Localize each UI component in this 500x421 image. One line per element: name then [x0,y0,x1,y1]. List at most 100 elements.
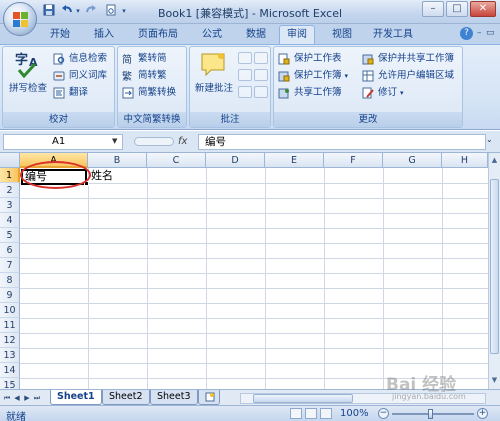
restore-button[interactable]: □ [446,1,468,17]
close-button[interactable]: ✕ [470,1,496,17]
worksheet-grid[interactable]: A B C D E F G H 1 2 3 4 5 6 7 8 9 10 11 … [0,153,488,389]
row-header-1[interactable]: 1 [0,168,20,183]
insert-sheet-icon[interactable] [198,390,220,405]
tab-insert[interactable]: 插入 [86,25,122,44]
new-comment-button[interactable]: 新建批注 [192,50,236,94]
column-header-d[interactable]: D [206,153,265,168]
tab-review[interactable]: 审阅 [279,25,315,44]
gridline [383,168,384,389]
translate-button[interactable]: 翻译 [53,85,88,101]
row-header-13[interactable]: 13 [0,348,20,363]
redo-icon[interactable] [84,4,98,18]
comments-group-label: 批注 [190,112,270,127]
row-header-5[interactable]: 5 [0,228,20,243]
track-changes-button[interactable]: 修订 ▾ [362,85,404,101]
column-header-e[interactable]: E [265,153,324,168]
vertical-scrollbar[interactable]: ▲ ▼ [488,153,500,389]
column-header-g[interactable]: G [383,153,442,168]
print-preview-icon[interactable] [104,4,118,18]
save-icon[interactable] [42,4,56,18]
zoom-out-icon[interactable]: − [378,408,389,419]
select-all-button[interactable] [0,153,20,168]
zoom-slider-thumb[interactable] [428,409,433,419]
column-header-f[interactable]: F [324,153,383,168]
thesaurus-button[interactable]: 同义词库 [53,68,107,84]
share-workbook-button[interactable]: 共享工作簿 [278,85,342,101]
sheet-tab-2[interactable]: Sheet2 [102,390,150,405]
row-header-2[interactable]: 2 [0,183,20,198]
chinese-convert-icon [122,87,134,99]
chinese-convert-button[interactable]: 简繁转换 [122,85,176,101]
allow-edit-ranges-button[interactable]: 允许用户编辑区域 [362,68,454,84]
next-sheet-icon[interactable]: ▶ [23,393,31,403]
sheet-tab-3[interactable]: Sheet3 [150,390,198,405]
zoom-slider[interactable] [392,413,474,415]
show-ink-icon[interactable] [238,86,252,98]
protect-sheet-button[interactable]: 保护工作表 [278,51,342,67]
to-simplified-button[interactable]: 简 繁转简 [122,51,167,67]
delete-comment-icon[interactable] [238,52,252,64]
zoom-in-icon[interactable]: + [477,408,488,419]
zoom-level[interactable]: 100% [340,408,369,419]
formula-input[interactable]: 编号 [198,134,486,150]
protect-share-workbook-button[interactable]: 保护并共享工作簿 [362,51,454,67]
undo-icon[interactable] [60,4,74,18]
help-icon[interactable]: ? [460,27,473,40]
baidu-watermark-url: jingyan.baidu.com [392,392,466,401]
horizontal-scroll-thumb[interactable] [253,394,353,403]
ribbon-restore-icon[interactable]: ▭ [486,28,496,38]
row-header-14[interactable]: 14 [0,363,20,378]
customize-toolbar-icon[interactable]: ▾ [120,4,128,18]
row-header-6[interactable]: 6 [0,243,20,258]
minimize-button[interactable]: – [422,1,444,17]
to-simplified-label: 繁转简 [138,53,167,64]
previous-comment-icon[interactable] [238,69,252,81]
last-sheet-icon[interactable]: ⏭ [33,393,41,403]
first-sheet-icon[interactable]: ⏮ [3,393,11,403]
row-header-11[interactable]: 11 [0,318,20,333]
vertical-scroll-thumb[interactable] [490,179,499,354]
undo-dropdown-icon[interactable]: ▾ [74,4,82,18]
page-layout-view-icon[interactable] [305,408,317,419]
tab-home[interactable]: 开始 [42,25,78,44]
tab-formulas[interactable]: 公式 [194,25,230,44]
row-header-10[interactable]: 10 [0,303,20,318]
show-comment-icon[interactable] [254,69,268,81]
row-header-8[interactable]: 8 [0,273,20,288]
tab-page-layout[interactable]: 页面布局 [130,25,186,44]
cell-b1[interactable]: 姓名 [89,168,147,183]
expand-formula-bar-icon[interactable]: ⌄ [486,135,498,149]
formula-bar-splitter[interactable] [134,137,174,146]
scroll-down-icon[interactable]: ▼ [489,375,500,386]
name-box-dropdown-icon[interactable]: ▼ [112,137,117,145]
row-header-7[interactable]: 7 [0,258,20,273]
insert-function-icon[interactable]: fx [178,134,196,150]
thesaurus-icon [53,70,65,82]
gridline [20,183,488,184]
row-header-12[interactable]: 12 [0,333,20,348]
research-button[interactable]: 信息检索 [53,51,107,67]
protect-workbook-button[interactable]: 保护工作簿 ▾ [278,68,348,84]
sheet-tab-1[interactable]: Sheet1 [50,390,102,405]
row-header-9[interactable]: 9 [0,288,20,303]
normal-view-icon[interactable] [290,408,302,419]
prev-sheet-icon[interactable]: ◀ [13,393,21,403]
show-all-comments-icon[interactable] [254,86,268,98]
column-header-b[interactable]: B [88,153,147,168]
row-header-4[interactable]: 4 [0,213,20,228]
row-header-3[interactable]: 3 [0,198,20,213]
row-header-15[interactable]: 15 [0,378,20,389]
tab-view[interactable]: 视图 [324,25,360,44]
column-header-h[interactable]: H [442,153,488,168]
tab-developer[interactable]: 开发工具 [365,25,421,44]
next-comment-icon[interactable] [254,52,268,64]
tab-data[interactable]: 数据 [238,25,274,44]
column-header-c[interactable]: C [147,153,206,168]
office-logo-icon [13,12,28,27]
spell-check-button[interactable]: 字A 拼写检查 [5,50,51,94]
to-traditional-button[interactable]: 繁 简转繁 [122,68,167,84]
office-button[interactable] [3,2,37,36]
page-break-view-icon[interactable] [320,408,332,419]
scroll-up-icon[interactable]: ▲ [489,155,500,166]
name-box[interactable]: A1 [3,134,123,150]
